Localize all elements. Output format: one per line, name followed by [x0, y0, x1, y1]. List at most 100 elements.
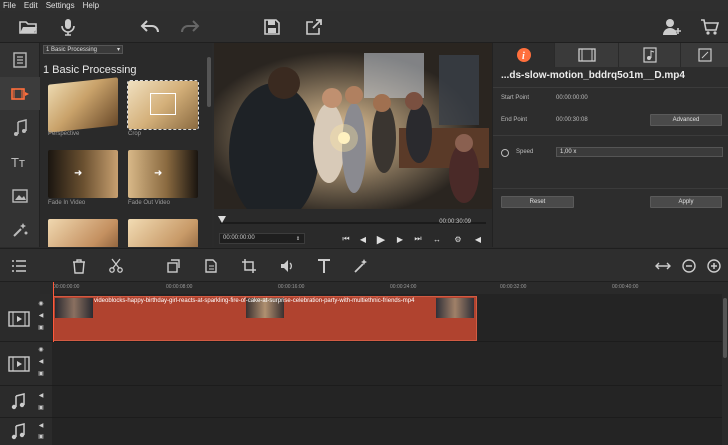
undo-icon[interactable]: [138, 15, 162, 39]
visibility-eye-icon[interactable]: ◉: [37, 346, 45, 354]
effect-label: Crop: [128, 131, 142, 137]
volume-icon[interactable]: ◀: [472, 233, 484, 245]
apply-button[interactable]: Apply: [650, 196, 722, 208]
effects-title: 1 Basic Processing: [43, 64, 137, 76]
tab-audio[interactable]: [619, 43, 681, 67]
category-select[interactable]: 1 Basic Processing: [43, 45, 123, 54]
timeline-ruler[interactable]: 00:00:00:00 00:00:08:00 00:00:16:00 00:0…: [40, 282, 728, 294]
add-user-icon[interactable]: [660, 15, 684, 39]
film-icon: [577, 48, 596, 62]
tab-video[interactable]: [555, 43, 619, 67]
titles-icon[interactable]: Tт: [0, 145, 40, 178]
reset-button[interactable]: Reset: [501, 196, 574, 208]
effect-thumb-fade-out[interactable]: ➜: [128, 150, 198, 198]
video-track[interactable]: videoblocks-happy-birthday-girl-reacts-a…: [52, 294, 722, 342]
effect-thumb-crop[interactable]: [127, 80, 199, 130]
volume-icon[interactable]: ◀: [37, 358, 45, 366]
filters-icon[interactable]: [0, 213, 40, 246]
info-icon: i: [516, 48, 531, 62]
visibility-eye-icon[interactable]: ◉: [37, 300, 45, 308]
rotate-icon[interactable]: [164, 257, 182, 275]
crop-icon[interactable]: [240, 257, 258, 275]
effect-thumb-perspective[interactable]: [48, 77, 118, 133]
audio-track[interactable]: [52, 418, 722, 445]
video-preview: [214, 43, 492, 209]
properties-panel: i ...ds-slow-motion_bddrq5o1m__D.mp4 Sta…: [492, 43, 728, 247]
cart-icon[interactable]: [698, 15, 722, 39]
ruler-tick: 00:00:40:00: [612, 284, 639, 290]
audio-track[interactable]: [52, 386, 722, 418]
audio-icon[interactable]: [278, 257, 296, 275]
zoom-in-icon[interactable]: [705, 257, 723, 275]
lock-icon[interactable]: ▣: [37, 433, 45, 441]
effect-label: Perspective: [48, 131, 80, 137]
title-icon[interactable]: [315, 257, 333, 275]
color-icon: [697, 48, 712, 62]
settings-gear-icon[interactable]: ⚙: [452, 233, 464, 245]
fit-width-icon[interactable]: ↔: [431, 233, 443, 245]
main-toolbar: [0, 11, 728, 43]
progress-handle[interactable]: [218, 216, 226, 223]
skip-start-icon[interactable]: ⏮: [340, 233, 352, 245]
advanced-button[interactable]: Advanced: [650, 114, 722, 126]
menu-edit[interactable]: Edit: [24, 0, 38, 11]
cut-icon[interactable]: [107, 257, 125, 275]
tab-color[interactable]: [681, 43, 728, 67]
save-icon[interactable]: [260, 15, 284, 39]
prev-frame-icon[interactable]: ◀: [357, 233, 369, 245]
effect-thumb[interactable]: [48, 219, 118, 247]
ruler-tick: 00:00:00:00: [53, 284, 80, 290]
menu-help[interactable]: Help: [83, 0, 99, 11]
lock-icon[interactable]: ▣: [37, 324, 45, 332]
delete-icon[interactable]: [70, 257, 88, 275]
transitions-icon[interactable]: [0, 77, 40, 110]
clip-thumbnail: [436, 298, 474, 318]
media-files-icon[interactable]: [0, 43, 40, 76]
volume-icon[interactable]: ◀: [37, 422, 45, 430]
time-stepper-icon[interactable]: ⇕: [294, 233, 302, 245]
audio-track-icon: [11, 393, 25, 410]
export-icon[interactable]: [302, 15, 326, 39]
list-view-icon[interactable]: [10, 257, 28, 275]
effect-thumb-fade-in[interactable]: ➜: [48, 150, 118, 198]
menu-file[interactable]: File: [3, 0, 16, 11]
tab-info[interactable]: i: [493, 43, 555, 67]
video-track-icon: [8, 356, 30, 372]
redo-icon[interactable]: [178, 15, 202, 39]
playhead[interactable]: [53, 282, 54, 342]
menu-settings[interactable]: Settings: [46, 0, 75, 11]
ruler-tick: 00:00:16:00: [278, 284, 305, 290]
end-point-value[interactable]: 00:00:30:08: [556, 117, 588, 123]
video-clip[interactable]: videoblocks-happy-birthday-girl-reacts-a…: [53, 296, 477, 341]
speed-field[interactable]: 1,00 x: [556, 147, 723, 157]
music-icon[interactable]: [0, 111, 40, 144]
ruler-tick: 00:00:08:00: [166, 284, 193, 290]
stickers-icon[interactable]: [0, 179, 40, 212]
effect-thumb[interactable]: [128, 219, 198, 247]
video-track-header: ◉ ◀ ▣: [0, 342, 52, 386]
properties-icon[interactable]: [202, 257, 220, 275]
start-point-value[interactable]: 00:00:00:00: [556, 95, 588, 101]
audio-track-icon: [11, 423, 25, 440]
next-frame-icon[interactable]: ▶: [394, 233, 406, 245]
current-time-field[interactable]: 00:00:00:00: [219, 233, 305, 244]
effect-label: Fade In Video: [48, 200, 86, 206]
zoom-out-icon[interactable]: [680, 257, 698, 275]
end-point-label: End Point: [501, 117, 528, 123]
volume-icon[interactable]: ◀: [37, 312, 45, 320]
play-icon[interactable]: ▶: [375, 233, 387, 246]
magic-wand-icon[interactable]: [352, 257, 370, 275]
effects-scrollbar[interactable]: [207, 57, 211, 107]
skip-end-icon[interactable]: ⏭: [412, 233, 424, 245]
open-folder-icon[interactable]: [16, 15, 40, 39]
timeline-scrollbar[interactable]: [722, 294, 728, 445]
player-controls: 00:00:00:00 ⇕ 00:00:30:09 ⏮ ◀ ▶ ▶ ⏭ ↔ ⚙ …: [214, 209, 492, 247]
lock-icon[interactable]: ▣: [37, 370, 45, 378]
fit-timeline-icon[interactable]: [654, 257, 672, 275]
microphone-icon[interactable]: [56, 15, 80, 39]
video-track[interactable]: [52, 342, 722, 386]
speed-clock-icon: [501, 149, 509, 157]
svg-text:Tт: Tт: [11, 155, 25, 170]
volume-icon[interactable]: ◀: [37, 392, 45, 400]
lock-icon[interactable]: ▣: [37, 404, 45, 412]
